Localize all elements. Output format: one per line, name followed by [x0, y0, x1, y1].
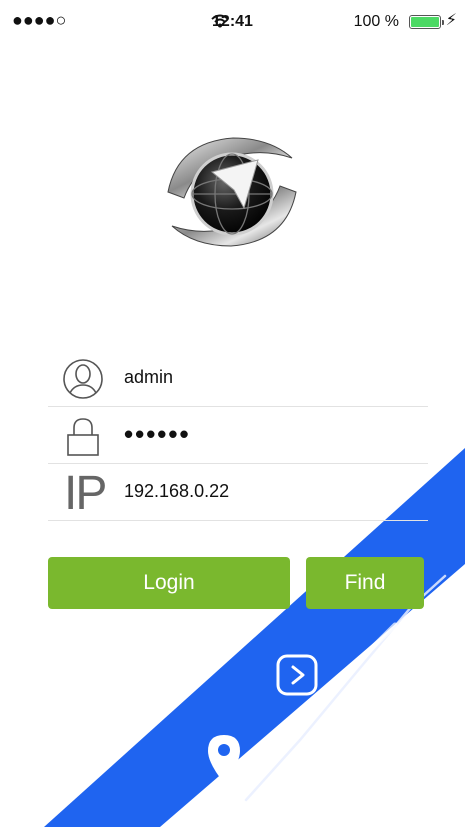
- login-button[interactable]: Login: [48, 557, 290, 609]
- battery-level: [411, 17, 439, 27]
- ip-row[interactable]: IP 192.168.0.22: [48, 464, 428, 521]
- charging-icon: ⚡: [445, 12, 457, 29]
- find-button[interactable]: Find: [306, 557, 424, 609]
- location-pin-icon[interactable]: [206, 733, 242, 785]
- ip-address-field[interactable]: 192.168.0.22: [124, 481, 229, 502]
- password-field[interactable]: ••••••: [124, 419, 191, 450]
- ip-icon: IP: [64, 467, 107, 520]
- battery-icon: [409, 15, 441, 29]
- password-row[interactable]: ••••••: [48, 407, 428, 464]
- user-icon: [63, 359, 103, 399]
- lock-icon: [67, 418, 99, 456]
- status-bar: ●●●●○ 12:41 100 % ⚡: [0, 0, 465, 44]
- username-field[interactable]: admin: [124, 367, 173, 388]
- battery-tip: [442, 20, 444, 25]
- battery-percent: 100 %: [353, 13, 399, 30]
- username-row[interactable]: admin: [48, 350, 428, 407]
- play-icon[interactable]: [275, 653, 319, 697]
- app-logo: [167, 137, 297, 247]
